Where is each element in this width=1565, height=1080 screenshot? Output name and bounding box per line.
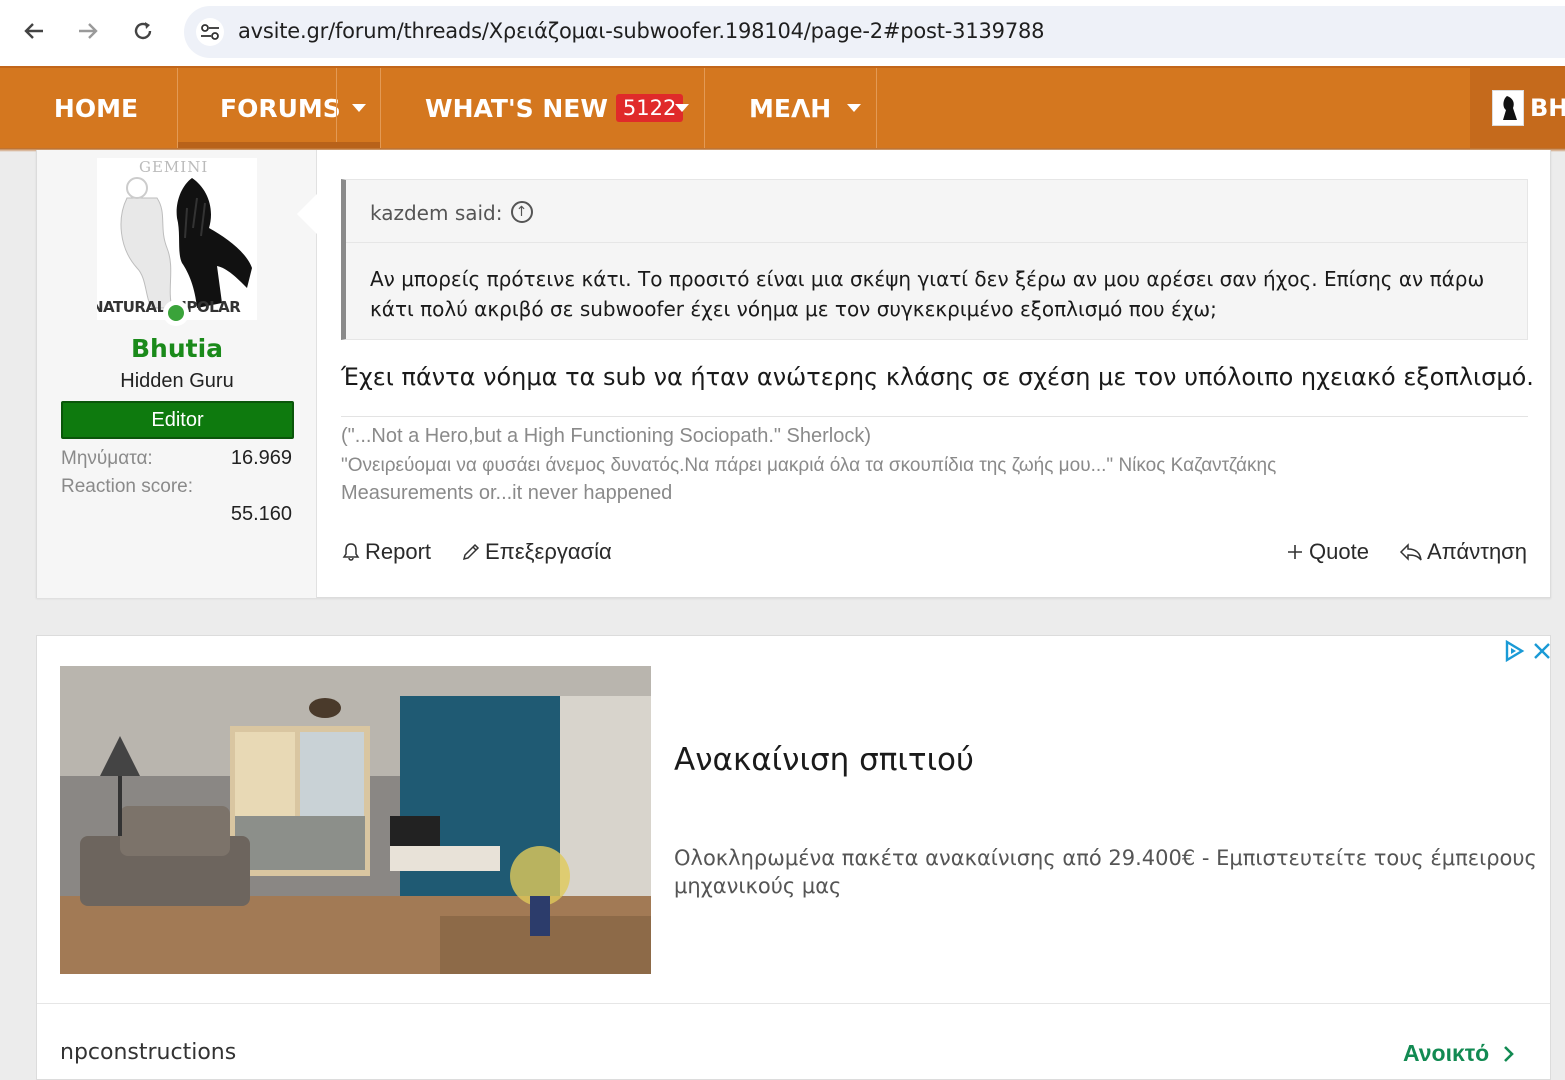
whats-new-dropdown-toggle[interactable] <box>667 68 697 148</box>
ad-title[interactable]: Ανακαίνιση σπιτιού <box>674 742 974 778</box>
reaction-score-value: 55.160 <box>230 503 292 525</box>
chevron-right-icon <box>1504 1045 1514 1062</box>
back-button[interactable] <box>17 14 51 48</box>
close-icon[interactable] <box>1533 642 1551 660</box>
signature-line: ("...Not a Hero,but a High Functioning S… <box>341 425 872 447</box>
report-button[interactable]: Report <box>341 539 431 565</box>
report-label: Report <box>365 539 432 564</box>
chevron-down-icon <box>352 104 366 112</box>
advertisement[interactable]: Ανακαίνιση σπιτιού Ολοκληρωμένα πακέτα α… <box>36 635 1551 1080</box>
ad-source: npconstructions <box>60 1040 237 1065</box>
chevron-down-icon <box>847 104 861 112</box>
pencil-icon <box>462 543 480 561</box>
post-username[interactable]: Bhutia <box>37 334 317 363</box>
plus-icon <box>1288 545 1302 559</box>
nav-user-account[interactable]: BH <box>1470 68 1565 148</box>
quote-label: Quote <box>1309 539 1369 564</box>
user-avatar-small <box>1492 90 1524 126</box>
quote-author[interactable]: kazdem said: <box>370 201 503 242</box>
messages-label: Μηνύματα: <box>61 448 153 469</box>
url-text[interactable]: avsite.gr/forum/threads/Χρειάζομαι-subwo… <box>238 19 1045 43</box>
signature-divider <box>341 416 1528 417</box>
online-status-icon <box>163 300 189 326</box>
user-avatar[interactable]: GEMINI NATURAL BIPOLAR <box>97 158 257 320</box>
user-title: Hidden Guru <box>120 370 234 392</box>
quote-block: kazdem said: ↑ Αν μπορείς πρότεινε κάτι.… <box>341 179 1528 340</box>
ad-open-button[interactable]: Ανοικτό <box>1403 1040 1519 1067</box>
nav-forums-label: FORUMS <box>220 93 341 123</box>
messages-value: 16.969 <box>230 447 292 469</box>
forward-button[interactable] <box>71 14 105 48</box>
nav-home[interactable]: HOME <box>0 68 178 148</box>
reaction-score-label: Reaction score: <box>61 476 194 497</box>
adchoices-icon[interactable] <box>1503 640 1525 662</box>
avatar-top-text: GEMINI <box>139 158 209 176</box>
site-settings-icon[interactable] <box>196 18 224 46</box>
ad-description: Ολοκληρωμένα πακέτα ανακαίνισης από 29.4… <box>674 846 1537 898</box>
reload-icon <box>134 22 152 40</box>
signature-line: "Ονειρεύομαι να φυσάει άνεμος δυνατός.Να… <box>341 455 1277 476</box>
bell-icon <box>342 543 360 561</box>
site-navigation: HOME FORUMS WHAT'S NEW 5122 ΜΕΛΗ BH <box>0 66 1565 152</box>
signature-line: Measurements or...it never happened <box>341 482 673 504</box>
reply-label: Απάντηση <box>1427 539 1527 564</box>
edit-label: Επεξεργασία <box>485 539 612 564</box>
nav-user-label: BH <box>1530 94 1565 122</box>
ad-image[interactable] <box>60 666 651 974</box>
browser-toolbar: avsite.gr/forum/threads/Χρειάζομαι-subwo… <box>0 0 1565 66</box>
nav-whats-new-label: WHAT'S NEW <box>425 93 608 123</box>
reload-button[interactable] <box>126 14 160 48</box>
quote-text: Αν μπορείς πρότεινε κάτι. Το προσιτό είν… <box>370 267 1485 321</box>
members-dropdown-toggle[interactable] <box>839 68 869 148</box>
post-user-column: GEMINI NATURAL BIPOLAR Bhutia Hidden Gur… <box>37 150 317 598</box>
forward-arrow-icon <box>79 23 98 39</box>
user-banner: Editor <box>61 401 294 439</box>
forum-post: GEMINI NATURAL BIPOLAR Bhutia Hidden Gur… <box>36 150 1551 598</box>
nav-members[interactable]: ΜΕΛΗ <box>705 68 877 148</box>
nav-forums[interactable]: FORUMS <box>178 68 381 148</box>
chevron-down-icon <box>675 104 689 112</box>
edit-button[interactable]: Επεξεργασία <box>461 539 612 565</box>
quote-header[interactable]: kazdem said: ↑ <box>346 180 1527 243</box>
quote-button[interactable]: Quote <box>1285 539 1369 565</box>
address-bar[interactable]: avsite.gr/forum/threads/Χρειάζομαι-subwo… <box>184 6 1565 58</box>
arrow-up-circle-icon[interactable]: ↑ <box>510 201 533 223</box>
post-message: Έχει πάντα νόημα τα sub να ήταν ανώτερης… <box>341 363 1534 391</box>
nav-whats-new[interactable]: WHAT'S NEW 5122 <box>381 68 705 148</box>
back-arrow-icon <box>24 23 43 39</box>
ad-choices[interactable] <box>1503 640 1551 662</box>
active-tab-indicator <box>178 142 380 148</box>
nav-members-label: ΜΕΛΗ <box>749 93 832 123</box>
post-arrow-pointer <box>297 194 317 234</box>
reply-arrow-icon <box>1399 543 1422 561</box>
reply-button[interactable]: Απάντηση <box>1399 539 1527 565</box>
ad-open-label: Ανοικτό <box>1403 1040 1490 1066</box>
forums-dropdown-toggle[interactable] <box>336 68 381 148</box>
ad-divider <box>37 1003 1550 1004</box>
nav-home-label: HOME <box>53 93 139 123</box>
